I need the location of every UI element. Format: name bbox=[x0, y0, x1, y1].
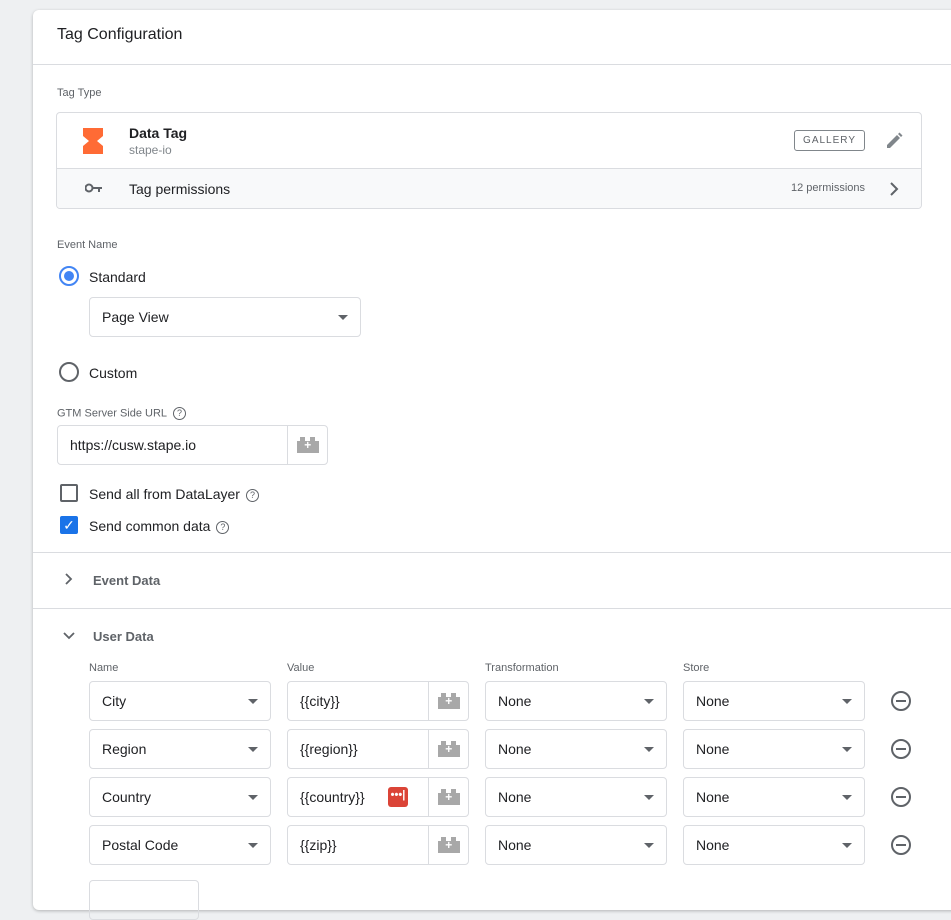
tag-configuration-card: Tag Configuration Tag Type Data Tag stap… bbox=[33, 10, 951, 920]
help-icon[interactable]: ? bbox=[216, 520, 230, 534]
dropdown-arrow-icon bbox=[248, 843, 258, 848]
card-title: Tag Configuration bbox=[57, 26, 183, 43]
store-value: None bbox=[696, 741, 730, 757]
tag-permissions-label: Tag permissions bbox=[129, 181, 231, 197]
event-name-label: Event Name bbox=[57, 239, 118, 251]
variable-picker-icon[interactable] bbox=[428, 826, 468, 864]
transformation-value: None bbox=[498, 837, 532, 853]
tag-type-box[interactable]: Data Tag stape-io GALLERY Tag permission… bbox=[56, 112, 922, 209]
name-select[interactable]: Country bbox=[89, 777, 271, 817]
name-value: Country bbox=[102, 789, 152, 805]
value-input[interactable]: {{zip}} bbox=[287, 825, 469, 865]
dropdown-arrow-icon bbox=[842, 747, 852, 752]
dropdown-arrow-icon bbox=[248, 699, 258, 704]
store-value: None bbox=[696, 789, 730, 805]
permissions-count: 12 permissions bbox=[791, 182, 865, 194]
select-value: Page View bbox=[102, 309, 169, 325]
name-select[interactable]: Region bbox=[89, 729, 271, 769]
value-input[interactable]: {{country}} •••| bbox=[287, 777, 469, 817]
store-select[interactable]: None bbox=[683, 729, 865, 769]
value-input[interactable]: {{region}} bbox=[287, 729, 469, 769]
dropdown-arrow-icon bbox=[248, 747, 258, 752]
chevron-right-icon bbox=[890, 182, 899, 196]
store-select[interactable]: None bbox=[683, 825, 865, 865]
tag-vendor: stape-io bbox=[129, 143, 172, 157]
checkbox-label-text: Send common data bbox=[89, 518, 211, 534]
column-header-name: Name bbox=[89, 662, 119, 674]
user-data-section-toggle[interactable]: User Data bbox=[93, 629, 154, 644]
dropdown-arrow-icon bbox=[644, 747, 654, 752]
dropdown-arrow-icon bbox=[842, 699, 852, 704]
transformation-value: None bbox=[498, 741, 532, 757]
event-data-section-toggle[interactable]: Event Data bbox=[93, 573, 160, 588]
standard-event-select[interactable]: Page View bbox=[89, 297, 361, 337]
standard-label: Standard bbox=[89, 269, 146, 285]
transformation-select[interactable]: None bbox=[485, 681, 667, 721]
remove-row-icon[interactable] bbox=[891, 739, 911, 759]
value-text: {{country}} bbox=[300, 789, 365, 805]
variable-picker-icon[interactable] bbox=[428, 778, 468, 816]
tag-permissions-row[interactable]: Tag permissions 12 permissions bbox=[57, 168, 921, 208]
server-url-value: https://cusw.stape.io bbox=[70, 437, 197, 453]
name-value: Region bbox=[102, 741, 147, 757]
value-text: {{zip}} bbox=[300, 837, 337, 853]
transformation-select[interactable]: None bbox=[485, 777, 667, 817]
custom-radio[interactable] bbox=[59, 362, 79, 382]
name-select[interactable]: Postal Code bbox=[89, 825, 271, 865]
chevron-down-icon[interactable] bbox=[63, 631, 75, 641]
custom-label: Custom bbox=[89, 365, 138, 381]
dropdown-arrow-icon bbox=[644, 699, 654, 704]
store-value: None bbox=[696, 693, 730, 709]
help-icon[interactable]: ? bbox=[245, 488, 259, 502]
value-text: {{region}} bbox=[300, 741, 358, 757]
password-manager-icon[interactable]: •••| bbox=[388, 787, 408, 807]
server-url-label: GTM Server Side URL? bbox=[57, 407, 187, 420]
transformation-select[interactable]: None bbox=[485, 729, 667, 769]
send-all-datalayer-label: Send all from DataLayer? bbox=[89, 486, 259, 502]
chevron-right-icon[interactable] bbox=[64, 573, 74, 585]
key-icon bbox=[85, 183, 102, 193]
dropdown-arrow-icon bbox=[248, 795, 258, 800]
standard-radio[interactable] bbox=[59, 266, 79, 286]
store-select[interactable]: None bbox=[683, 777, 865, 817]
send-all-datalayer-checkbox[interactable] bbox=[60, 484, 78, 502]
name-value: City bbox=[102, 693, 127, 709]
transformation-select[interactable]: None bbox=[485, 825, 667, 865]
add-row-button[interactable] bbox=[89, 880, 199, 920]
checkbox-label-text: Send all from DataLayer bbox=[89, 486, 240, 502]
remove-row-icon[interactable] bbox=[891, 835, 911, 855]
tag-name: Data Tag bbox=[129, 125, 188, 141]
variable-picker-icon[interactable] bbox=[287, 426, 327, 464]
store-value: None bbox=[696, 837, 730, 853]
tag-type-label: Tag Type bbox=[57, 87, 102, 99]
stape-logo-icon bbox=[83, 128, 103, 154]
remove-row-icon[interactable] bbox=[891, 787, 911, 807]
server-url-label-text: GTM Server Side URL bbox=[57, 407, 168, 420]
name-select[interactable]: City bbox=[89, 681, 271, 721]
column-header-store: Store bbox=[683, 662, 710, 674]
server-url-input[interactable]: https://cusw.stape.io bbox=[57, 425, 328, 465]
gallery-button[interactable]: GALLERY bbox=[794, 130, 865, 151]
value-input[interactable]: {{city}} bbox=[287, 681, 469, 721]
transformation-value: None bbox=[498, 693, 532, 709]
column-header-value: Value bbox=[287, 662, 315, 674]
dropdown-arrow-icon bbox=[842, 795, 852, 800]
transformation-value: None bbox=[498, 789, 532, 805]
dropdown-arrow-icon bbox=[644, 843, 654, 848]
variable-picker-icon[interactable] bbox=[428, 730, 468, 768]
dropdown-arrow-icon bbox=[644, 795, 654, 800]
value-text: {{city}} bbox=[300, 693, 340, 709]
name-value: Postal Code bbox=[102, 837, 179, 853]
edit-pencil-icon[interactable] bbox=[885, 132, 903, 150]
send-common-data-checkbox[interactable]: ✓ bbox=[60, 516, 78, 534]
dropdown-arrow-icon bbox=[842, 843, 852, 848]
remove-row-icon[interactable] bbox=[891, 691, 911, 711]
variable-picker-icon[interactable] bbox=[428, 682, 468, 720]
send-common-data-label: Send common data? bbox=[89, 518, 230, 534]
column-header-transformation: Transformation bbox=[485, 662, 559, 674]
dropdown-arrow-icon bbox=[338, 315, 348, 320]
store-select[interactable]: None bbox=[683, 681, 865, 721]
help-icon[interactable]: ? bbox=[173, 407, 187, 420]
